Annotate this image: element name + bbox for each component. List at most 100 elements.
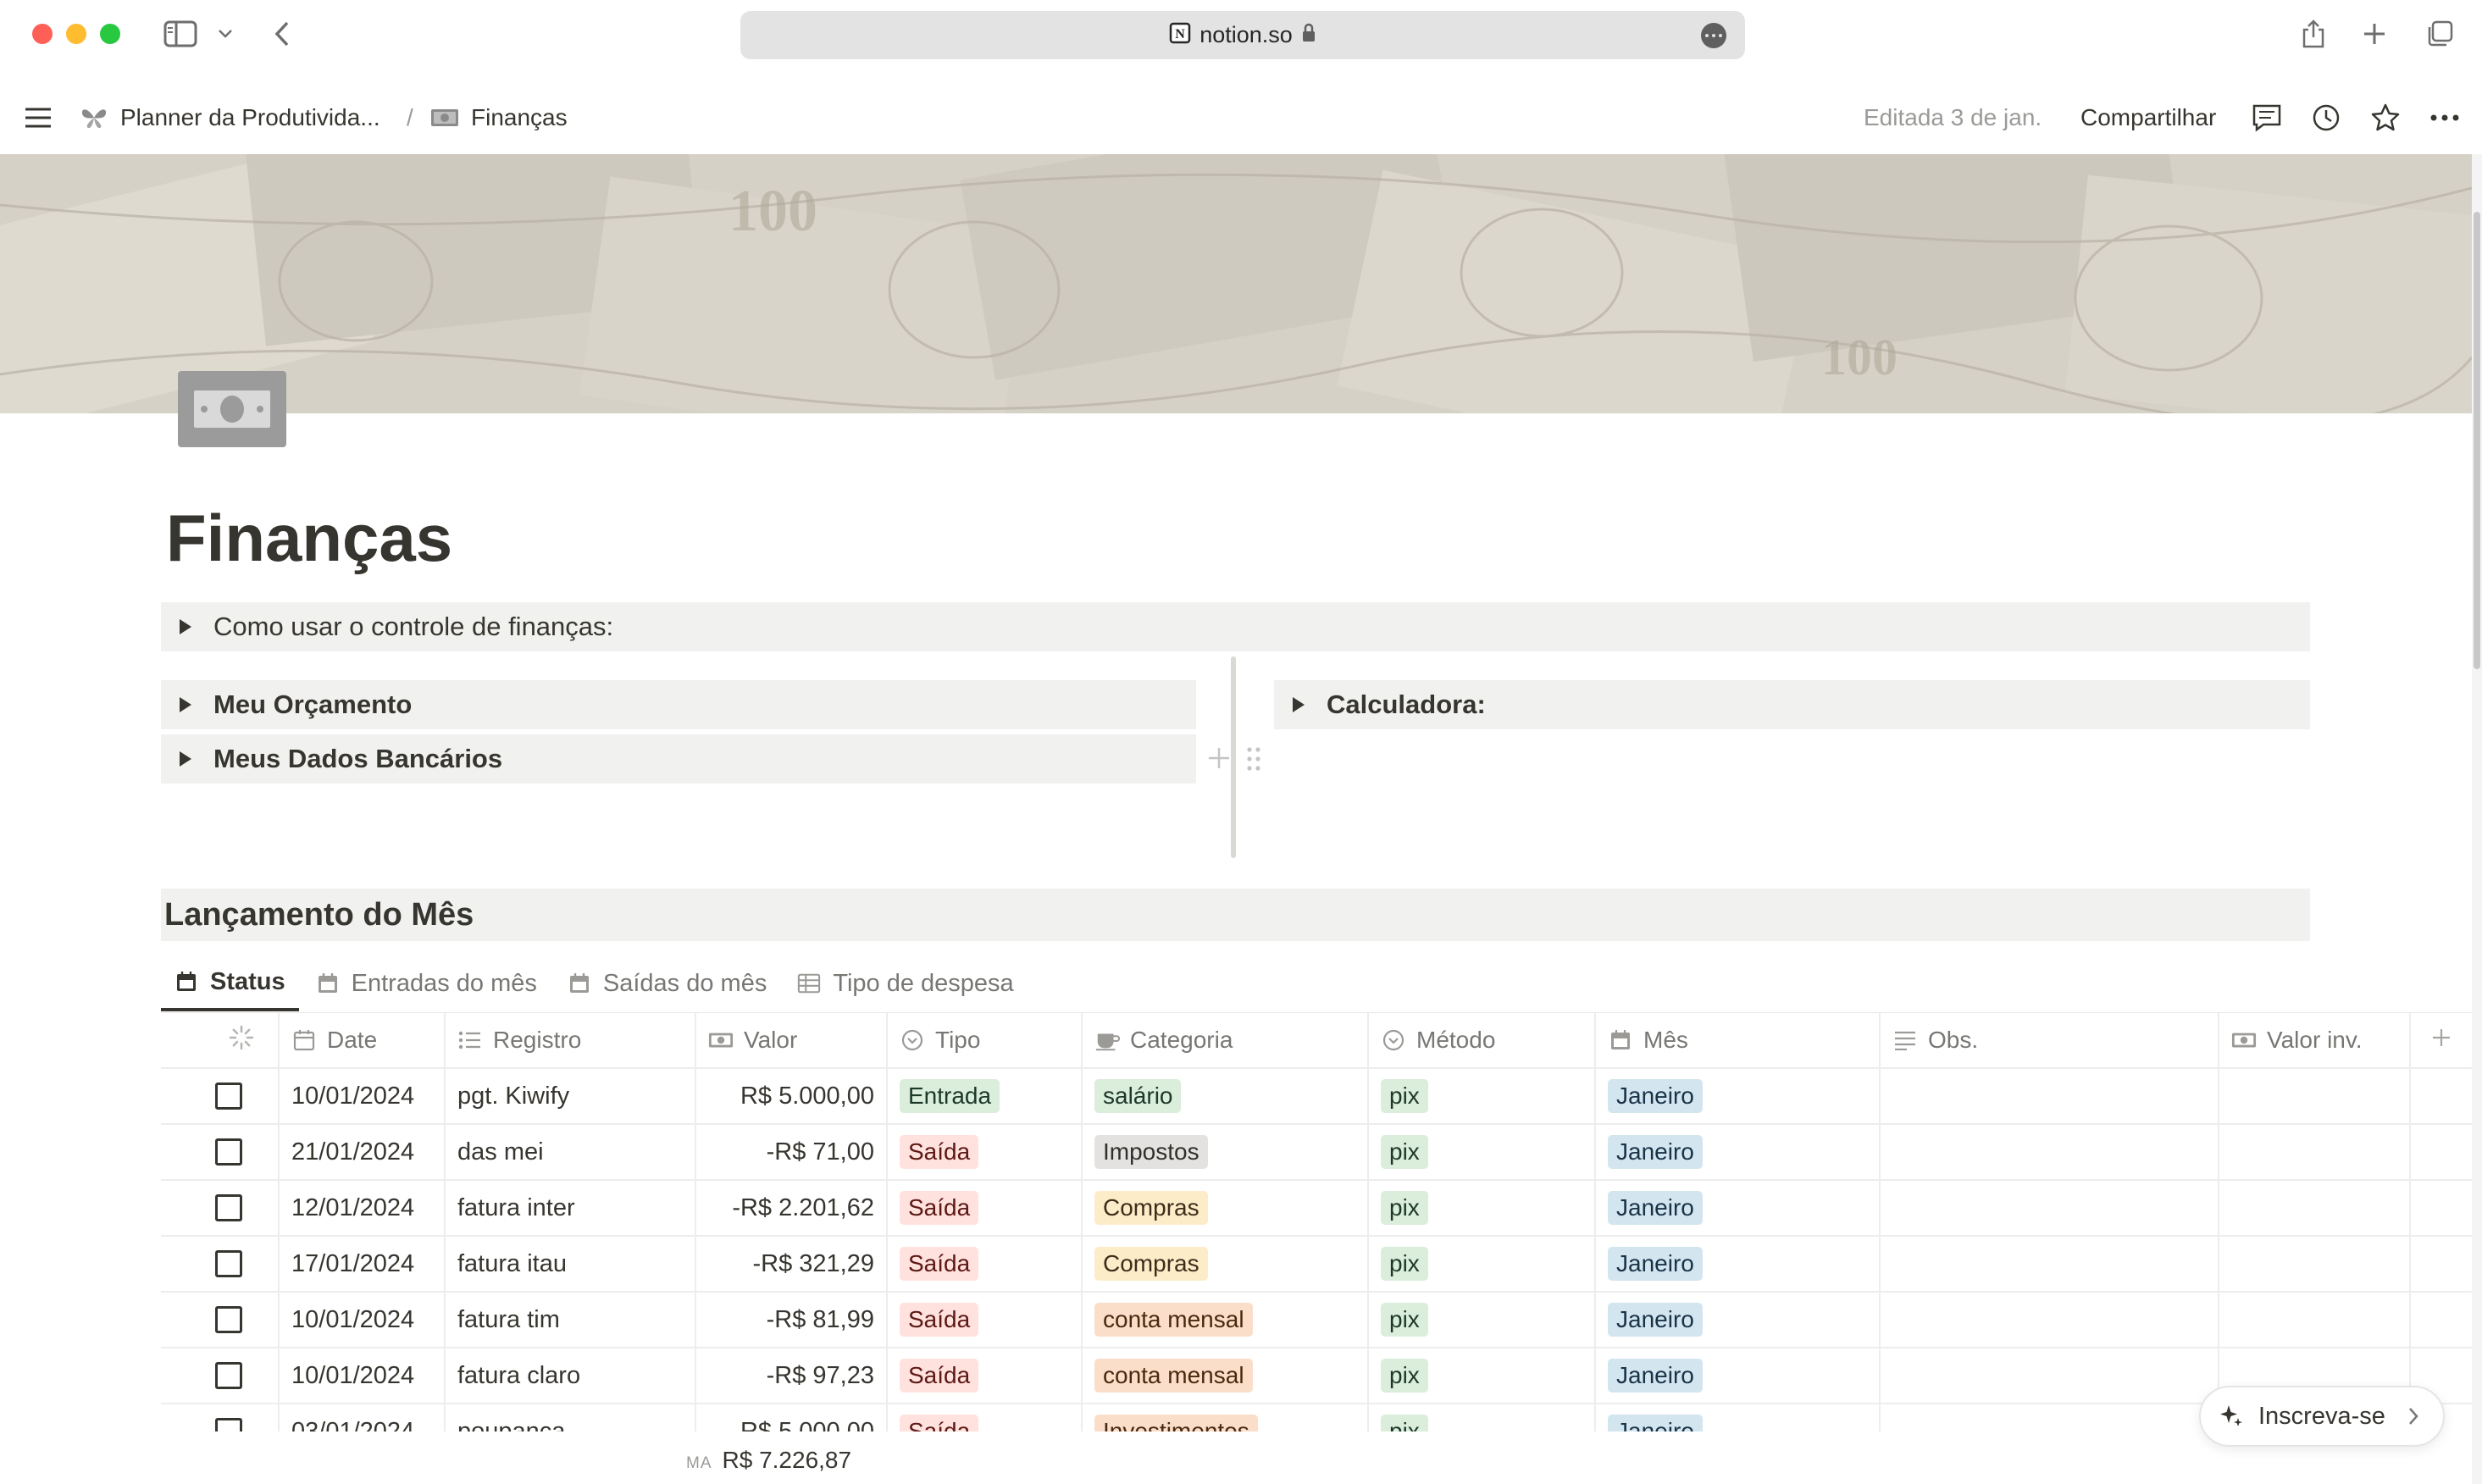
cell-date[interactable]: 12/01/2024	[280, 1181, 446, 1235]
cell-obs[interactable]	[1881, 1348, 2219, 1403]
cell-metodo[interactable]: pix	[1369, 1237, 1596, 1291]
toggle-triangle-icon[interactable]	[180, 751, 191, 767]
cell-valor[interactable]: R$ 5.000,00	[696, 1069, 888, 1123]
cell-valor-inv[interactable]	[2219, 1293, 2411, 1347]
cell-tipo[interactable]: Saída	[888, 1125, 1083, 1179]
select-all-header[interactable]	[161, 1013, 280, 1067]
cell-metodo[interactable]: pix	[1369, 1293, 1596, 1347]
favorite-star-icon[interactable]	[2370, 83, 2401, 152]
minimize-window-button[interactable]	[66, 24, 86, 44]
column-header-tipo[interactable]: Tipo	[888, 1013, 1083, 1067]
cell-date[interactable]: 10/01/2024	[280, 1293, 446, 1347]
tab-view-3[interactable]: Tipo de despesa	[784, 955, 1027, 1011]
column-header-valor[interactable]: Valor	[696, 1013, 888, 1067]
cell-obs[interactable]	[1881, 1069, 2219, 1123]
cell-registro[interactable]: fatura claro	[446, 1348, 696, 1403]
zoom-window-button[interactable]	[100, 24, 120, 44]
cell-metodo[interactable]: pix	[1369, 1181, 1596, 1235]
row-checkbox[interactable]	[215, 1250, 242, 1277]
breadcrumb-parent[interactable]: Planner da Produtivida...	[80, 83, 380, 152]
column-header-obs[interactable]: Obs.	[1881, 1013, 2219, 1067]
back-icon[interactable]	[269, 17, 295, 51]
cell-mes[interactable]: Janeiro	[1596, 1069, 1881, 1123]
table-row[interactable]: 12/01/2024 fatura inter -R$ 2.201,62 Saída C…	[161, 1181, 2472, 1237]
table-row[interactable]: 21/01/2024 das mei -R$ 71,00 Saída Impostos p…	[161, 1125, 2472, 1181]
cell-date[interactable]: 17/01/2024	[280, 1237, 446, 1291]
comments-icon[interactable]	[2252, 83, 2282, 152]
toggle-triangle-icon[interactable]	[180, 697, 191, 712]
cell-valor[interactable]: -R$ 321,29	[696, 1237, 888, 1291]
cell-tipo[interactable]: Saída	[888, 1181, 1083, 1235]
share-icon[interactable]	[2299, 17, 2328, 51]
cell-valor-inv[interactable]	[2219, 1125, 2411, 1179]
cell-registro[interactable]: fatura itau	[446, 1237, 696, 1291]
cell-metodo[interactable]: pix	[1369, 1125, 1596, 1179]
page-money-icon[interactable]	[178, 371, 286, 447]
cell-tipo[interactable]: Saída	[888, 1237, 1083, 1291]
cell-obs[interactable]	[1881, 1125, 2219, 1179]
cell-valor[interactable]: -R$ 97,23	[696, 1348, 888, 1403]
cell-categoria[interactable]: conta mensal	[1083, 1348, 1369, 1403]
tab-view-1[interactable]: Entradas do mês	[302, 955, 551, 1011]
cell-registro[interactable]: fatura inter	[446, 1181, 696, 1235]
cell-registro[interactable]: das mei	[446, 1125, 696, 1179]
column-header-mes[interactable]: Mês	[1596, 1013, 1881, 1067]
tab-view-0[interactable]: Status	[161, 955, 299, 1011]
add-block-icon[interactable]	[1206, 745, 1232, 771]
database-title[interactable]: Lançamento do Mês	[161, 889, 2310, 941]
column-header-valor-inv[interactable]: Valor inv.	[2219, 1013, 2411, 1067]
cell-mes[interactable]: Janeiro	[1596, 1181, 1881, 1235]
toggle-triangle-icon[interactable]	[180, 619, 191, 634]
column-header-categoria[interactable]: Categoria	[1083, 1013, 1369, 1067]
cell-mes[interactable]: Janeiro	[1596, 1348, 1881, 1403]
new-tab-icon[interactable]	[2360, 17, 2389, 51]
column-resize-divider[interactable]	[1231, 656, 1236, 858]
cell-date[interactable]: 10/01/2024	[280, 1069, 446, 1123]
more-options-icon[interactable]	[2429, 83, 2460, 152]
share-button[interactable]: Compartilhar	[2080, 83, 2216, 152]
tab-view-2[interactable]: Saídas do mês	[554, 955, 780, 1011]
cell-categoria[interactable]: salário	[1083, 1069, 1369, 1123]
cell-tipo[interactable]: Saída	[888, 1293, 1083, 1347]
cell-tipo[interactable]: Saída	[888, 1348, 1083, 1403]
tab-overview-icon[interactable]	[2424, 17, 2455, 51]
page-title[interactable]: Finanças	[166, 500, 452, 577]
table-row[interactable]: 10/01/2024 fatura tim -R$ 81,99 Saída conta …	[161, 1293, 2472, 1348]
cell-valor-inv[interactable]	[2219, 1181, 2411, 1235]
cell-valor[interactable]: -R$ 81,99	[696, 1293, 888, 1347]
cell-date[interactable]: 21/01/2024	[280, 1125, 446, 1179]
cell-valor[interactable]: -R$ 2.201,62	[696, 1181, 888, 1235]
cell-categoria[interactable]: Compras	[1083, 1181, 1369, 1235]
toggle-how-to-use[interactable]: Como usar o controle de finanças:	[161, 602, 2310, 651]
table-row[interactable]: 10/01/2024 fatura claro -R$ 97,23 Saída cont…	[161, 1348, 2472, 1404]
cell-valor-inv[interactable]	[2219, 1237, 2411, 1291]
subscribe-button[interactable]: Inscreva-se	[2199, 1386, 2445, 1447]
cell-mes[interactable]: Janeiro	[1596, 1237, 1881, 1291]
table-row[interactable]: 10/01/2024 pgt. Kiwify R$ 5.000,00 Entrada s…	[161, 1069, 2472, 1125]
cell-mes[interactable]: Janeiro	[1596, 1125, 1881, 1179]
cell-categoria[interactable]: conta mensal	[1083, 1293, 1369, 1347]
row-checkbox[interactable]	[215, 1306, 242, 1333]
drag-handle-icon[interactable]	[1245, 745, 1262, 772]
table-row[interactable]: 17/01/2024 fatura itau -R$ 321,29 Saída Comp…	[161, 1237, 2472, 1293]
page-scrollbar-thumb[interactable]	[2474, 212, 2480, 669]
cell-obs[interactable]	[1881, 1181, 2219, 1235]
address-bar[interactable]: N notion.so	[740, 11, 1745, 59]
cell-metodo[interactable]: pix	[1369, 1069, 1596, 1123]
toggle-budget[interactable]: Meu Orçamento	[161, 680, 1196, 729]
cell-obs[interactable]	[1881, 1293, 2219, 1347]
close-window-button[interactable]	[32, 24, 53, 44]
row-checkbox[interactable]	[215, 1138, 242, 1166]
cell-registro[interactable]: fatura tim	[446, 1293, 696, 1347]
toggle-triangle-icon[interactable]	[1293, 697, 1305, 712]
column-header-date[interactable]: Date	[280, 1013, 446, 1067]
row-checkbox[interactable]	[215, 1362, 242, 1389]
toggle-calculator[interactable]: Calculadora:	[1274, 680, 2310, 729]
column-header-registro[interactable]: Registro	[446, 1013, 696, 1067]
cell-tipo[interactable]: Entrada	[888, 1069, 1083, 1123]
cell-registro[interactable]: pgt. Kiwify	[446, 1069, 696, 1123]
chevron-down-icon[interactable]	[215, 17, 235, 51]
cell-valor-inv[interactable]	[2219, 1069, 2411, 1123]
cell-mes[interactable]: Janeiro	[1596, 1293, 1881, 1347]
row-checkbox[interactable]	[215, 1083, 242, 1110]
